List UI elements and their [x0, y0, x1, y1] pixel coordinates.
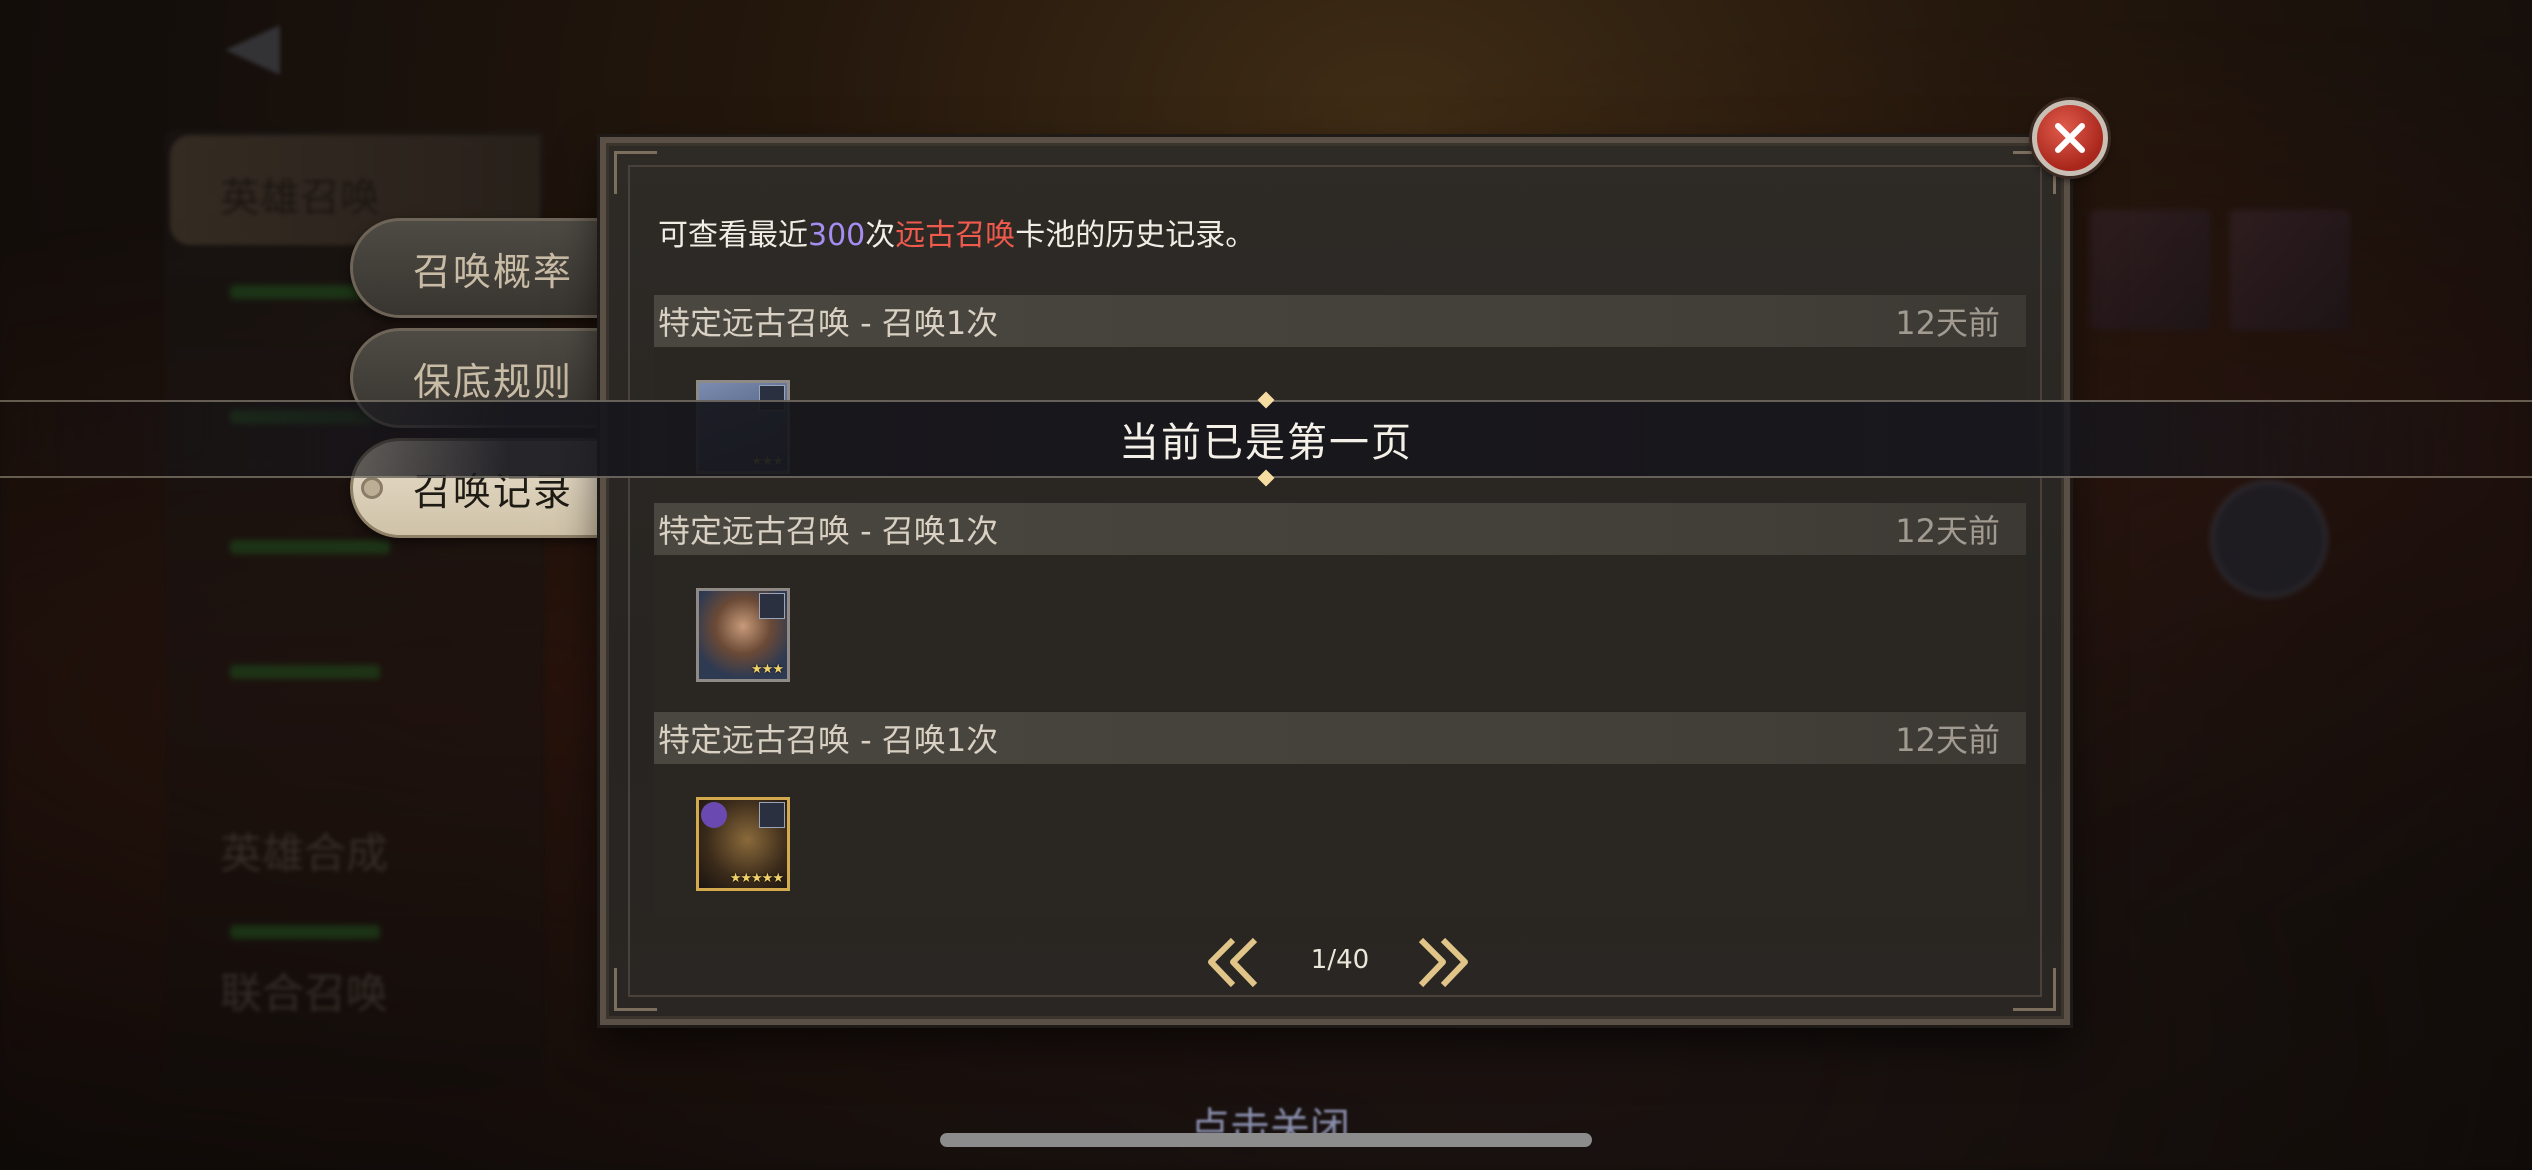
close-button[interactable] [2032, 100, 2108, 176]
toast-text: 当前已是第一页 [1119, 420, 1413, 466]
page-indicator: 1/40 [1310, 945, 1370, 975]
record-body [654, 764, 2026, 916]
record-title: 特定远古召唤 - 召唤1次 [658, 721, 999, 759]
next-page-icon[interactable] [1413, 935, 1473, 990]
record-time: 12天前 [1895, 721, 2000, 759]
tab-label: 保底规则 [413, 359, 574, 404]
element-badge-icon [701, 802, 727, 828]
records-info-text: 可查看最近300次远古召唤卡池的历史记录。 [658, 218, 1256, 253]
class-badge-icon [759, 802, 785, 828]
pool-name: 远古召唤 [895, 218, 1016, 253]
shield-badge-icon [759, 593, 785, 619]
hero-stars: ★★★★★ [729, 871, 784, 886]
record-title: 特定远古召唤 - 召唤1次 [658, 512, 999, 550]
hero-card[interactable]: ★★★ [696, 588, 790, 682]
record-count: 300 [808, 218, 866, 253]
record-header: 特定远古召唤 - 召唤1次 12天前 [654, 712, 2026, 764]
home-indicator[interactable] [940, 1133, 1592, 1147]
prev-page-icon[interactable] [1203, 935, 1263, 990]
tab-label: 召唤概率 [413, 249, 574, 294]
hero-card[interactable]: ★★★★★ [696, 797, 790, 891]
active-tab-indicator [361, 477, 383, 499]
record-time: 12天前 [1895, 304, 2000, 342]
record-header: 特定远古召唤 - 召唤1次 12天前 [654, 295, 2026, 347]
hero-stars: ★★★ [751, 662, 784, 677]
close-icon [2055, 123, 2085, 153]
record-time: 12天前 [1895, 512, 2000, 550]
record-header: 特定远古召唤 - 召唤1次 12天前 [654, 503, 2026, 555]
record-body [654, 555, 2026, 710]
record-title: 特定远古召唤 - 召唤1次 [658, 304, 999, 342]
tab-summon-probability[interactable]: 召唤概率 [350, 218, 620, 318]
toast-message: 当前已是第一页 [0, 391, 2532, 487]
